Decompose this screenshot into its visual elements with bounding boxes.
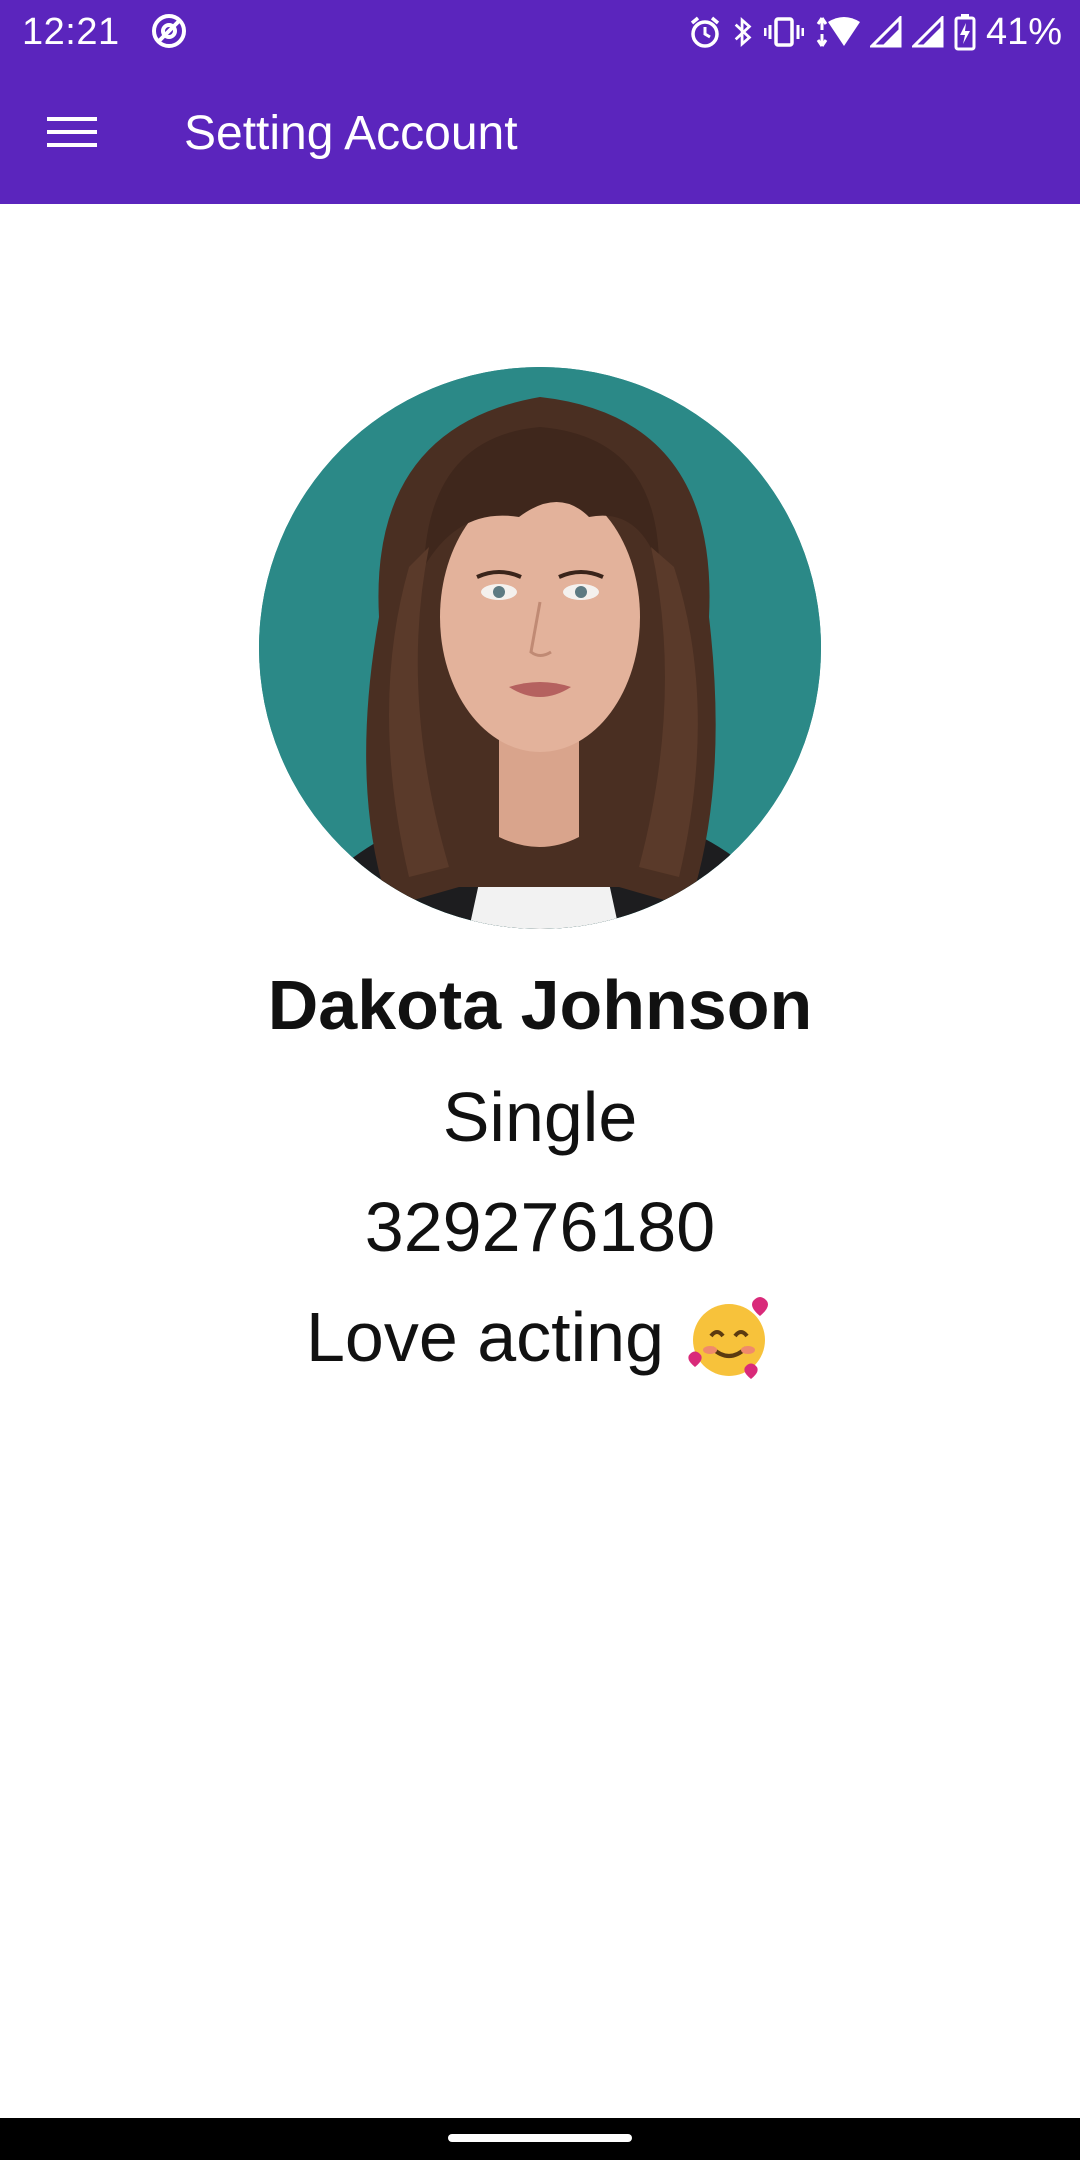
hamburger-menu-icon: [47, 115, 97, 154]
alarm-icon: [688, 13, 722, 51]
app-bar: Setting Account: [0, 64, 1080, 204]
signal-icon: [911, 13, 944, 51]
profile-bio: Love acting: [0, 1292, 1080, 1382]
battery-charging-icon: [954, 13, 976, 51]
wifi-icon: [814, 13, 860, 51]
profile-bio-text: Love acting: [305, 1298, 665, 1376]
profile-name: Dakota Johnson: [267, 966, 813, 1044]
home-gesture-handle[interactable]: [448, 2134, 632, 2142]
smiling-face-with-hearts-icon: [684, 1292, 774, 1382]
status-time: 12:21: [22, 11, 120, 53]
bluetooth-icon: [732, 13, 754, 51]
screen: 12:21 41% Setting Account Dakota Johnson…: [0, 0, 1080, 2160]
signal-icon: [869, 13, 902, 51]
menu-button[interactable]: [30, 104, 114, 164]
navigation-bar: [0, 2118, 1080, 2160]
profile-relationship-status: Single: [442, 1078, 638, 1156]
status-bar: 12:21 41%: [0, 0, 1080, 64]
avatar[interactable]: [259, 367, 821, 929]
status-icons: 41%: [678, 8, 1062, 56]
battery-percent: 41%: [985, 11, 1062, 53]
vibrate-icon: [763, 13, 804, 51]
profile-phone: 329276180: [364, 1188, 716, 1266]
at-sign-icon: [150, 12, 188, 50]
page-title: Setting Account: [184, 107, 518, 160]
